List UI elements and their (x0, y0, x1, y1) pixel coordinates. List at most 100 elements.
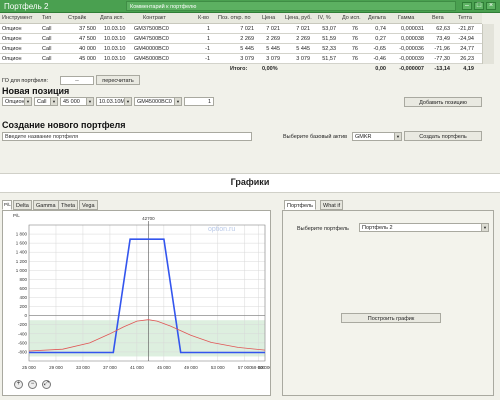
build-chart-button[interactable]: Построить график (341, 313, 441, 323)
contract-select[interactable]: GM45000BC0 ▼ (134, 97, 182, 106)
graphs-title: Графики (230, 177, 270, 187)
cell-date: 10.03.10 (104, 36, 126, 42)
col-contract[interactable]: Контракт (143, 15, 166, 21)
base-asset-select[interactable]: GMKR ▼ (352, 132, 402, 141)
y-tick-label: 0 (24, 313, 27, 318)
instrument-select[interactable]: Опцион ▼ (2, 97, 32, 106)
base-asset-value: GMKR (355, 134, 372, 140)
table-row[interactable]: Опцион Call 37 500 10.03.10 GM37500BC0 1… (0, 24, 490, 34)
cell-vega: -77,30 (434, 56, 450, 62)
cell-gamma: -0,000036 (399, 46, 424, 52)
col-price-rub[interactable]: Цена, руб. (285, 15, 312, 21)
x-tick-label: 29 000 (49, 365, 63, 370)
portfolio-select[interactable]: Портфель 2 ▼ (359, 223, 489, 232)
col-instrument[interactable]: Инструмент (2, 15, 32, 21)
cell-price: 2 269 (266, 36, 280, 42)
totals-theta: 4,19 (463, 66, 474, 72)
cell-to-expiry: 76 (351, 36, 358, 42)
window-title: Портфель 2 (4, 2, 49, 11)
contract-select-value: GM45000BC0 (137, 99, 172, 105)
table-row[interactable]: Опцион Call 40 000 10.03.10 GM40000BC0 -… (0, 44, 490, 54)
cell-price: 3 079 (266, 56, 280, 62)
strike-select-value: 45 000 (63, 99, 80, 105)
maximize-button[interactable]: □ (474, 2, 484, 10)
minimize-button[interactable]: – (462, 2, 472, 10)
cell-to-expiry: 76 (351, 46, 358, 52)
col-open-price[interactable]: Поз. откр. по (218, 15, 251, 21)
x-tick-label: 33 000 (76, 365, 90, 370)
recalculate-button[interactable]: пересчитать (96, 75, 140, 85)
y-tick-label: 1 600 (16, 241, 28, 246)
table-row[interactable]: Опцион Call 45 000 10.03.10 GM45000BC0 -… (0, 54, 490, 64)
x-tick-label: 53 000 (211, 365, 225, 370)
cell-type: Call (42, 56, 52, 62)
cell-iv: 51,59 (322, 36, 336, 42)
col-iv[interactable]: IV, % (318, 15, 331, 21)
col-theta[interactable]: Тетта (458, 15, 472, 21)
tab-vega[interactable]: Vega (79, 200, 98, 210)
tab-what-if[interactable]: What if (320, 200, 344, 210)
cell-price-rub: 7 021 (296, 26, 310, 32)
col-vega[interactable]: Вега (432, 15, 444, 21)
close-button[interactable]: × (486, 2, 496, 10)
create-portfolio-button[interactable]: Создать портфель (404, 131, 482, 141)
watermark: option.ru (208, 226, 235, 233)
cell-type: Call (42, 36, 52, 42)
tab-gamma[interactable]: Gamma (33, 200, 59, 210)
col-qty[interactable]: К-во (198, 15, 209, 21)
totals-label: Итого: (230, 66, 248, 72)
add-position-button[interactable]: Добавить позицию (404, 97, 482, 107)
pl-chart-panel: option.ru P/L 1 800 1 600 1 400 1 200 1 000 8… (2, 210, 272, 396)
table-row[interactable]: Опцион Call 47 500 10.03.10 GM47500BC0 1… (0, 34, 490, 44)
zoom-out-icon[interactable]: − (28, 380, 37, 389)
cell-theta: -24,94 (458, 36, 474, 42)
zoom-in-icon[interactable]: + (14, 380, 23, 389)
cell-price-rub: 2 269 (296, 36, 310, 42)
col-price[interactable]: Цена (262, 15, 275, 21)
strike-select[interactable]: 45 000 ▼ (60, 97, 94, 106)
tab-portfolio[interactable]: Портфель (284, 200, 316, 210)
col-date[interactable]: Дата исп. (100, 15, 124, 21)
tab-delta[interactable]: Delta (13, 200, 32, 210)
col-strike[interactable]: Страйк (68, 15, 86, 21)
cell-gamma: -0,000039 (399, 56, 424, 62)
select-portfolio-label: Выберите портфель (297, 226, 349, 232)
totals-gamma: -0,000007 (399, 66, 424, 72)
portfolio-name-input[interactable]: Введите название портфеля (2, 132, 252, 141)
tab-pl[interactable]: P/L (2, 200, 12, 210)
qty-input[interactable]: 1 (184, 97, 214, 106)
cell-to-expiry: 76 (351, 56, 358, 62)
totals-row: Итого: 0,00% 0,00 -0,000007 -13,14 4,19 (0, 64, 482, 75)
col-type[interactable]: Тип (42, 15, 51, 21)
y-tick-label: 1 800 (16, 232, 28, 237)
cell-date: 10.03.10 (104, 26, 126, 32)
table-scrollbar[interactable] (482, 24, 494, 64)
new-portfolio-title: Создание нового портфеля (2, 120, 126, 130)
x-tick-label: 60 000 (258, 365, 270, 370)
col-to-expiry[interactable]: До исп. (342, 15, 361, 21)
cell-theta: 24,77 (460, 46, 474, 52)
y-axis-label: P/L (13, 213, 20, 218)
chevron-down-icon: ▼ (50, 98, 57, 105)
cell-price-rub: 3 079 (296, 56, 310, 62)
tab-theta[interactable]: Theta (58, 200, 79, 210)
cell-gamma: 0,000031 (401, 26, 424, 32)
zoom-fit-icon[interactable]: ⤢ (42, 380, 51, 389)
date-select-value: 10.03.10M (99, 99, 125, 105)
cell-type: Call (42, 46, 52, 52)
totals-pct: 0,00% (262, 66, 278, 72)
cell-delta: -0,46 (373, 56, 386, 62)
col-delta[interactable]: Дельта (368, 15, 386, 21)
cell-date: 10.03.10 (104, 56, 126, 62)
cell-to-expiry: 76 (351, 26, 358, 32)
instrument-select-value: Опцион (5, 99, 25, 105)
x-tick-label: 37 000 (103, 365, 117, 370)
cell-iv: 51,57 (322, 56, 336, 62)
col-gamma[interactable]: Гамма (398, 15, 414, 21)
y-tick-label: 1 000 (16, 268, 28, 273)
date-select[interactable]: 10.03.10M ▼ (96, 97, 132, 106)
portfolio-comment-field[interactable]: Комментарий к портфелю (126, 1, 456, 11)
spot-marker-label: 42700 (142, 216, 155, 221)
x-tick-label: 41 000 (130, 365, 144, 370)
type-select[interactable]: Call ▼ (34, 97, 58, 106)
